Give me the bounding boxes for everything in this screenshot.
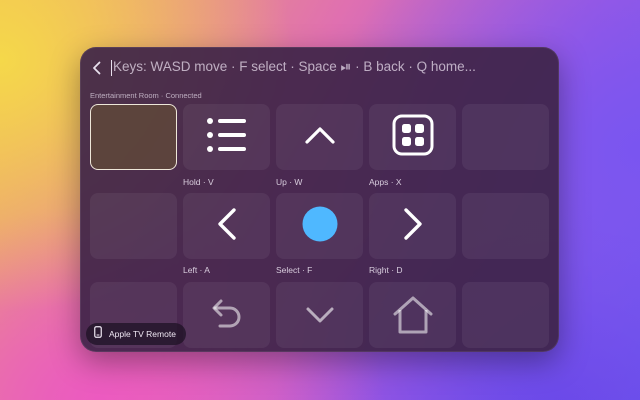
apps-button[interactable] (369, 104, 456, 170)
right-label: Right · D (369, 265, 403, 275)
right-button[interactable] (369, 193, 456, 259)
tile-empty-selected[interactable] (90, 104, 177, 170)
connection-status: Entertainment Room · Connected (90, 91, 202, 100)
down-button[interactable] (276, 282, 363, 348)
up-label: Up · W (276, 177, 303, 187)
home-button[interactable] (369, 282, 456, 348)
chevron-right-icon (402, 207, 424, 246)
device-badge-label: Apple TV Remote (109, 329, 176, 339)
tile-empty[interactable] (90, 193, 177, 259)
keyboard-hint: Keys: WASD move · F select · Space ⏯ · B… (113, 59, 476, 74)
tile-empty[interactable] (462, 193, 549, 259)
left-button[interactable] (183, 193, 270, 259)
tile-empty[interactable] (462, 282, 549, 348)
hold-button[interactable] (183, 104, 270, 170)
up-button[interactable] (276, 104, 363, 170)
chevron-up-icon (304, 125, 336, 150)
home-icon (391, 294, 435, 341)
apps-label: Apps · X (369, 177, 402, 187)
phone-icon (94, 325, 102, 343)
chevron-down-icon (305, 306, 335, 329)
device-badge[interactable]: Apple TV Remote (86, 323, 186, 345)
search-bar[interactable]: Keys: WASD move · F select · Space ⏯ · B… (80, 47, 559, 87)
back-button[interactable] (183, 282, 270, 348)
left-label: Left · A (183, 265, 210, 275)
tile-empty[interactable] (462, 104, 549, 170)
text-cursor (111, 60, 112, 76)
select-button[interactable] (276, 193, 363, 259)
select-label: Select · F (276, 265, 313, 275)
remote-panel: Keys: WASD move · F select · Space ⏯ · B… (80, 47, 559, 352)
chevron-left-icon (216, 207, 238, 246)
undo-arrow-icon (210, 296, 244, 335)
hold-label: Hold · V (183, 177, 214, 187)
apps-grid-icon (392, 114, 434, 161)
back-icon[interactable] (90, 59, 104, 77)
select-dot-icon (302, 206, 338, 247)
list-icon (205, 115, 249, 160)
